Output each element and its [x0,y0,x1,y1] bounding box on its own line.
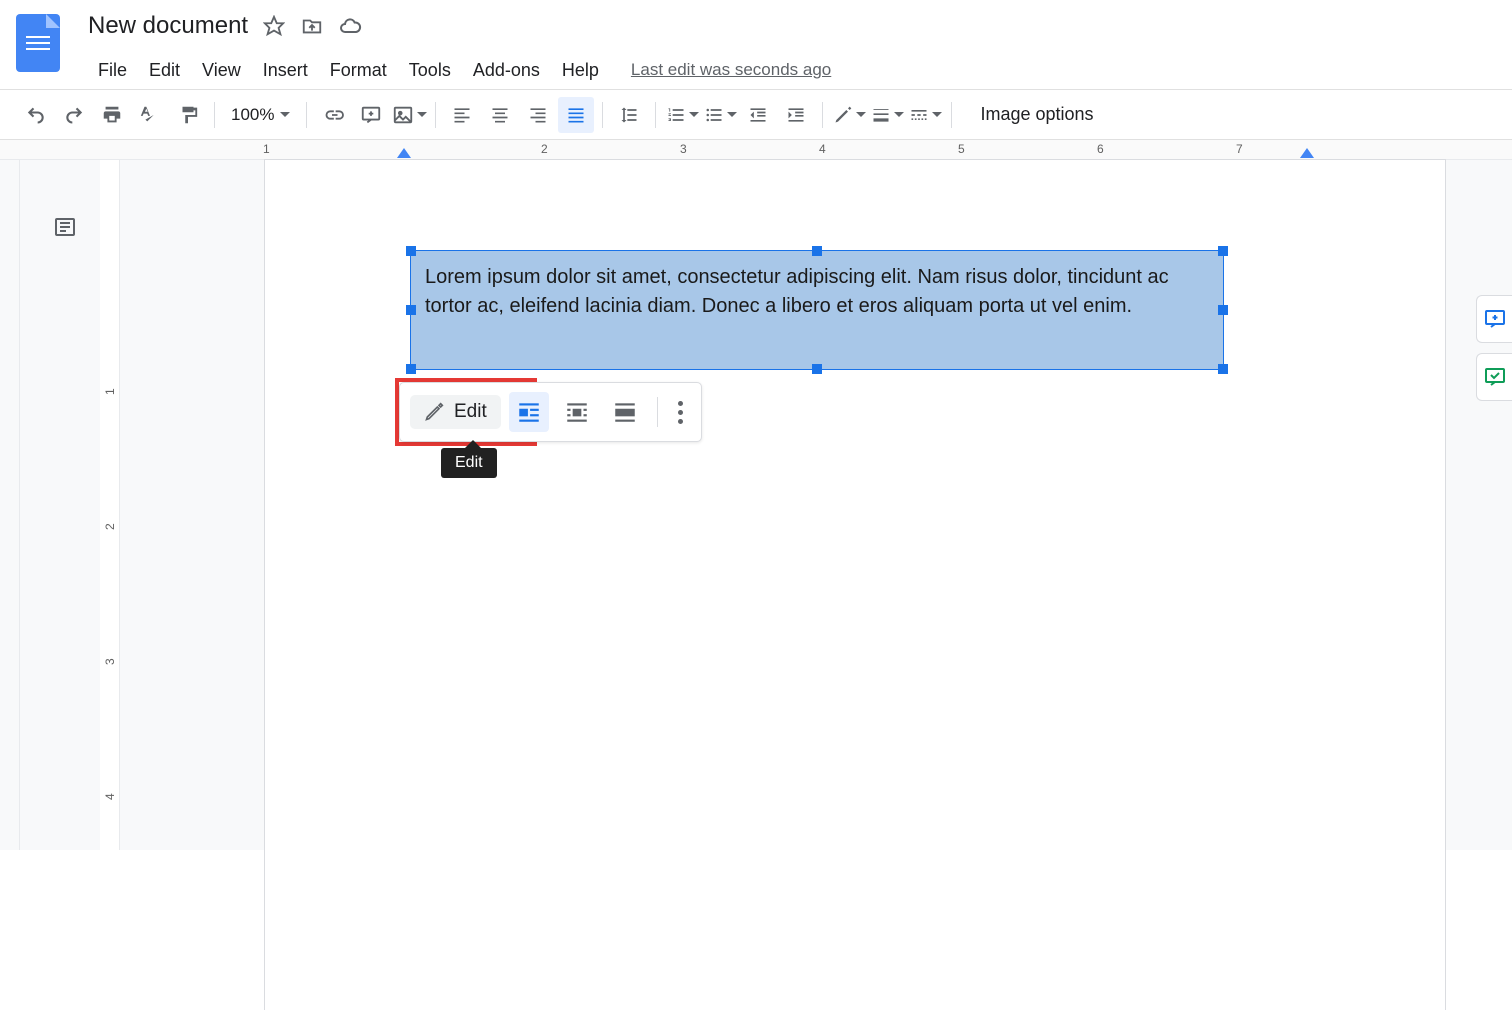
vruler-mark: 4 [103,793,117,800]
zoom-dropdown[interactable]: 100% [223,105,298,125]
document-title[interactable]: New document [88,12,248,40]
toolbar: 100% Image options [0,90,1512,140]
vruler-mark: 3 [103,658,117,665]
menu-edit[interactable]: Edit [139,56,190,85]
resize-handle-top-left[interactable] [406,246,416,256]
increase-indent-button[interactable] [778,97,814,133]
pencil-icon [424,402,444,422]
resize-handle-top-center[interactable] [812,246,822,256]
star-icon[interactable] [262,14,286,38]
chevron-down-icon [894,112,904,117]
undo-button[interactable] [18,97,54,133]
outline-collapsed-panel [0,160,20,850]
resize-handle-bottom-center[interactable] [812,364,822,374]
ruler-mark: 3 [680,142,687,156]
menu-addons[interactable]: Add-ons [463,56,550,85]
chevron-down-icon [689,112,699,117]
chevron-down-icon [856,112,866,117]
wrap-break-button[interactable] [605,392,645,432]
selected-textbox[interactable]: Lorem ipsum dolor sit amet, consectetur … [410,250,1224,370]
docs-logo-icon[interactable] [16,14,60,72]
insert-image-button[interactable] [391,97,427,133]
chevron-down-icon [280,112,290,117]
resize-handle-bottom-right[interactable] [1218,364,1228,374]
align-justify-button[interactable] [558,97,594,133]
vertical-ruler[interactable]: 1 2 3 4 [100,160,120,850]
zoom-value: 100% [231,105,274,125]
right-side-actions [1476,295,1512,401]
wrap-inline-button[interactable] [509,392,549,432]
edit-drawing-button[interactable]: Edit [410,395,501,429]
menu-view[interactable]: View [192,56,251,85]
ruler-mark: 2 [541,142,548,156]
decrease-indent-button[interactable] [740,97,776,133]
redo-button[interactable] [56,97,92,133]
vruler-mark: 1 [103,388,117,395]
wrap-text-button[interactable] [557,392,597,432]
textbox-text: Lorem ipsum dolor sit amet, consectetur … [411,251,1223,333]
menu-file[interactable]: File [88,56,137,85]
more-options-button[interactable] [670,393,691,432]
document-page[interactable]: Lorem ipsum dolor sit amet, consectetur … [265,160,1445,1010]
outline-toggle-icon[interactable] [48,210,82,244]
resize-handle-middle-right[interactable] [1218,305,1228,315]
ruler-mark: 4 [819,142,826,156]
border-weight-button[interactable] [869,97,905,133]
suggest-edit-side-button[interactable] [1476,353,1512,401]
menu-tools[interactable]: Tools [399,56,461,85]
ruler-mark: 6 [1097,142,1104,156]
border-dash-button[interactable] [907,97,943,133]
line-spacing-button[interactable] [611,97,647,133]
separator [657,397,658,427]
bulleted-list-button[interactable] [702,97,738,133]
print-button[interactable] [94,97,130,133]
spellcheck-button[interactable] [132,97,168,133]
resize-handle-bottom-left[interactable] [406,364,416,374]
numbered-list-button[interactable] [664,97,700,133]
align-left-button[interactable] [444,97,480,133]
insert-link-button[interactable] [315,97,351,133]
paint-format-button[interactable] [170,97,206,133]
image-options-button[interactable]: Image options [968,104,1105,125]
menu-help[interactable]: Help [552,56,609,85]
edit-tooltip: Edit [441,448,497,478]
menu-insert[interactable]: Insert [253,56,318,85]
contextual-toolbar: Edit [399,382,702,442]
header: New document File Edit View Insert Forma… [0,0,1512,90]
cloud-status-icon[interactable] [338,14,362,38]
horizontal-ruler[interactable]: 1 2 3 4 5 6 7 [0,140,1512,160]
ruler-right-indent-icon[interactable] [1300,148,1314,158]
vruler-mark: 2 [103,523,117,530]
resize-handle-top-right[interactable] [1218,246,1228,256]
ruler-left-indent-icon[interactable] [397,148,411,158]
align-center-button[interactable] [482,97,518,133]
ruler-mark: 1 [263,142,270,156]
chevron-down-icon [932,112,942,117]
last-edit-link[interactable]: Last edit was seconds ago [631,60,831,80]
edit-button-label: Edit [454,401,487,423]
menu-format[interactable]: Format [320,56,397,85]
chevron-down-icon [417,112,427,117]
move-icon[interactable] [300,14,324,38]
ruler-mark: 7 [1236,142,1243,156]
resize-handle-middle-left[interactable] [406,305,416,315]
border-color-button[interactable] [831,97,867,133]
align-right-button[interactable] [520,97,556,133]
document-area: 1 2 3 4 Lorem ipsum dolor sit amet, cons… [0,160,1512,850]
ruler-mark: 5 [958,142,965,156]
add-comment-button[interactable] [353,97,389,133]
add-comment-side-button[interactable] [1476,295,1512,343]
chevron-down-icon [727,112,737,117]
